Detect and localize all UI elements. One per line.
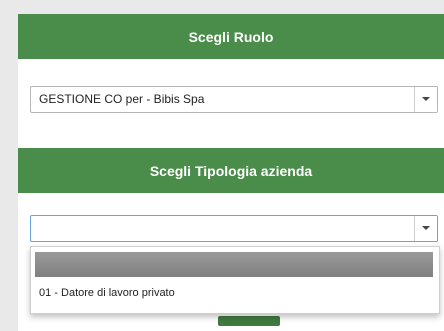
role-select-value: GESTIONE CO per - Bibis Spa bbox=[39, 92, 205, 106]
company-type-section-title: Scegli Tipologia azienda bbox=[149, 162, 313, 179]
dropdown-option-empty[interactable] bbox=[35, 252, 433, 277]
company-type-select[interactable] bbox=[30, 215, 438, 242]
role-select-toggle[interactable] bbox=[414, 87, 437, 112]
confirm-button[interactable] bbox=[218, 316, 280, 326]
chevron-down-icon bbox=[422, 97, 430, 101]
role-section-header: Scegli Ruolo bbox=[18, 14, 444, 59]
company-type-dropdown: 01 - Datore di lavoro privato bbox=[30, 246, 440, 314]
role-section-title: Scegli Ruolo bbox=[188, 28, 274, 45]
chevron-down-icon bbox=[422, 226, 430, 230]
dropdown-option-private-employer[interactable]: 01 - Datore di lavoro privato bbox=[39, 287, 175, 299]
role-select[interactable]: GESTIONE CO per - Bibis Spa bbox=[30, 86, 438, 113]
company-type-select-toggle[interactable] bbox=[414, 216, 437, 241]
company-type-section-header: Scegli Tipologia azienda bbox=[18, 148, 444, 193]
form-card: Scegli Ruolo GESTIONE CO per - Bibis Spa… bbox=[18, 14, 444, 331]
